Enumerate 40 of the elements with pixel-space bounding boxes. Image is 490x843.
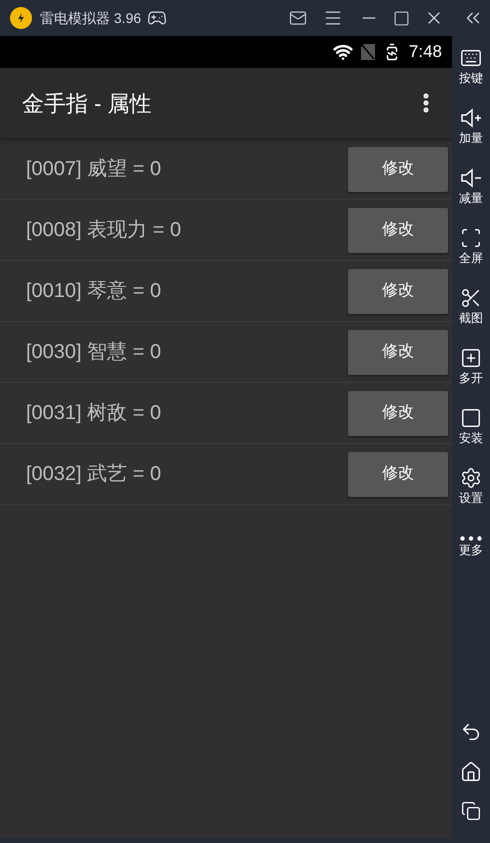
- sidebar-item[interactable]: 多开: [452, 336, 490, 396]
- attribute-label: [0007] 威望 = 0: [26, 157, 162, 182]
- attribute-label: [0030] 智慧 = 0: [26, 340, 162, 365]
- speaker-minus-icon: [460, 167, 482, 189]
- attribute-label: [0032] 武艺 = 0: [26, 462, 162, 487]
- attribute-label: [0008] 表现力 = 0: [26, 218, 182, 243]
- home-icon[interactable]: [460, 761, 482, 783]
- app-logo-icon: [10, 7, 32, 29]
- sidebar-item[interactable]: 加量: [452, 96, 490, 156]
- wifi-icon: [332, 42, 353, 62]
- scissors-icon: [460, 287, 482, 309]
- edit-button[interactable]: 修改: [348, 330, 448, 374]
- speaker-plus-icon: [460, 107, 482, 129]
- keyboard-icon: [460, 47, 482, 69]
- attribute-label: [0031] 树敌 = 0: [26, 401, 162, 426]
- more-icon: [460, 536, 482, 540]
- sidebar-item[interactable]: 安装: [452, 396, 490, 456]
- edit-button[interactable]: 修改: [348, 208, 448, 252]
- no-sim-icon: [360, 44, 375, 60]
- window-title: 雷电模拟器 3.96: [40, 8, 142, 28]
- sidebar-item[interactable]: 全屏: [452, 216, 490, 276]
- edit-button[interactable]: 修改: [348, 268, 448, 314]
- mail-icon[interactable]: [289, 9, 307, 27]
- status-time: 7:48: [408, 41, 442, 64]
- sidebar-item[interactable]: 设置: [452, 456, 490, 516]
- maximize-icon[interactable]: [393, 10, 410, 26]
- sidebar-item[interactable]: 按键: [452, 36, 490, 96]
- app-bar-title: 金手指 - 属性: [22, 90, 153, 118]
- sidebar-item[interactable]: 更多: [452, 516, 490, 576]
- sidebar-item[interactable]: 减量: [452, 156, 490, 216]
- fullscreen-icon: [460, 227, 482, 249]
- edit-button[interactable]: 修改: [348, 452, 448, 496]
- add-window-icon: [460, 347, 482, 369]
- recent-apps-icon[interactable]: [461, 801, 481, 821]
- sidebar-item[interactable]: 截图: [452, 276, 490, 336]
- back-icon[interactable]: [460, 721, 482, 743]
- settings-icon: [460, 467, 482, 489]
- attribute-label: [0010] 琴意 = 0: [26, 279, 162, 304]
- edit-button[interactable]: 修改: [348, 390, 448, 436]
- edit-button[interactable]: 修改: [348, 146, 448, 192]
